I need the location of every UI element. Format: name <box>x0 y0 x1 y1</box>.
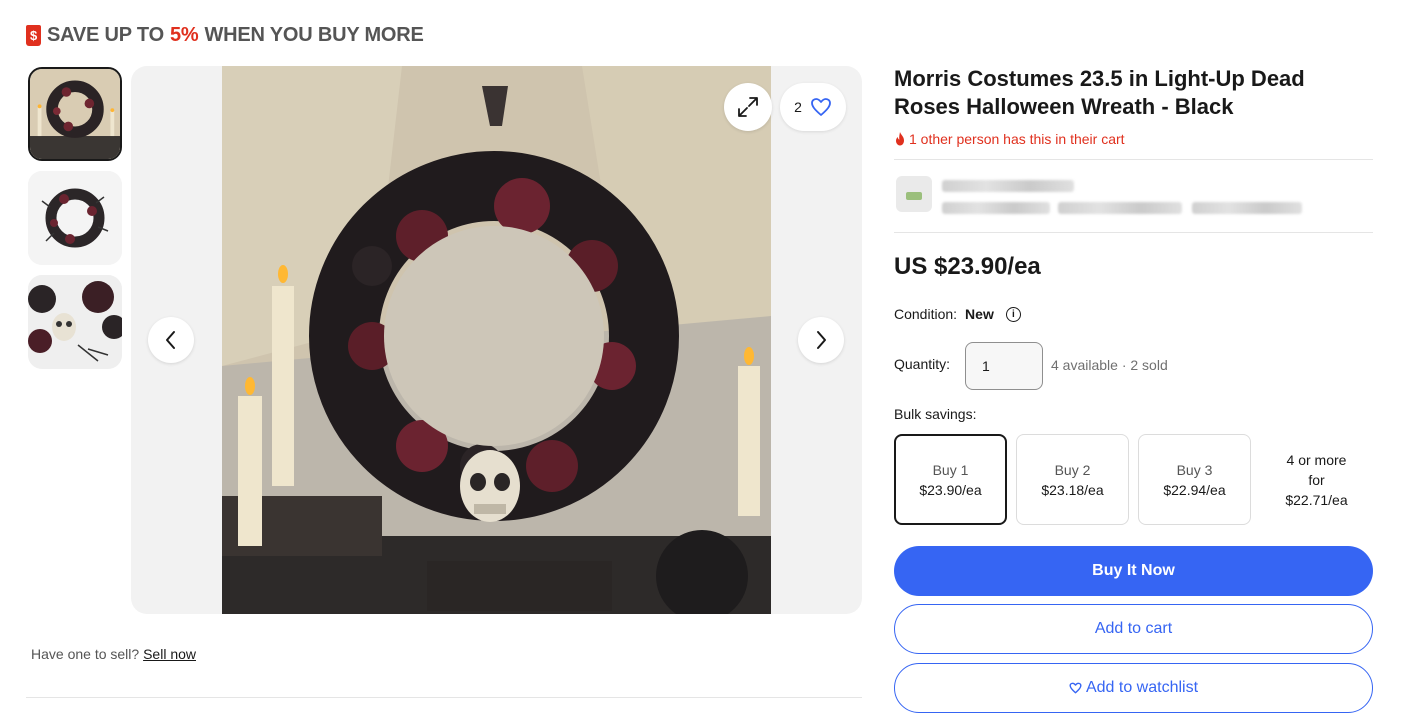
chevron-right-icon <box>817 331 826 349</box>
buy-it-now-label: Buy It Now <box>1092 562 1175 579</box>
wreath-closeup-image <box>28 275 122 369</box>
quantity-input[interactable] <box>965 342 1043 390</box>
add-to-cart-label: Add to cart <box>1094 620 1173 637</box>
condition-value: New <box>965 306 994 322</box>
watch-count: 2 <box>794 99 802 115</box>
main-product-image[interactable] <box>222 66 771 614</box>
bulk-option-price: $22.71/ea <box>1285 491 1348 508</box>
bulk-option-buy-3[interactable]: Buy 3 $22.94/ea <box>1138 434 1251 525</box>
sell-prompt-text: Have one to sell? <box>31 646 140 662</box>
wreath-white-bg-image <box>28 171 122 265</box>
availability-text: 4 available · 2 sold <box>1051 357 1168 373</box>
bulk-option-qty: Buy 3 <box>1176 461 1213 478</box>
divider <box>894 159 1373 160</box>
bulk-option-price: $22.94/ea <box>1163 481 1226 498</box>
bulk-option-buy-1[interactable]: Buy 1 $23.90/ea <box>894 434 1007 525</box>
image-gallery: 2 <box>131 66 862 614</box>
sell-now-link[interactable]: Sell now <box>143 646 196 662</box>
redacted-text <box>1192 202 1302 214</box>
fullscreen-button[interactable] <box>724 83 772 131</box>
bulk-option-price: $23.90/ea <box>919 481 982 498</box>
previous-image-button[interactable] <box>148 317 194 363</box>
thumbnail-3[interactable] <box>28 275 122 369</box>
bulk-option-mid: for <box>1308 471 1325 488</box>
promo-percent: 5% <box>169 24 199 46</box>
bulk-option-qty: Buy 2 <box>1054 461 1091 478</box>
redacted-text <box>942 202 1050 214</box>
condition-label: Condition: <box>894 306 958 322</box>
cart-note-text: 1 other person has this in their cart <box>909 131 1125 147</box>
divider <box>26 697 862 698</box>
price-tag-icon: $ <box>26 25 41 46</box>
thumbnail-1[interactable] <box>28 67 122 161</box>
promo-prefix: SAVE UP TO <box>47 24 164 46</box>
thumbnail-2[interactable] <box>28 171 122 265</box>
seller-info-redacted <box>896 172 1306 222</box>
seller-avatar <box>896 176 932 212</box>
add-to-cart-button[interactable]: Add to cart <box>894 604 1373 654</box>
bulk-option-buy-2[interactable]: Buy 2 $23.18/ea <box>1016 434 1129 525</box>
thumbnail-list <box>28 67 122 379</box>
condition-row: Condition: New i <box>894 306 1021 322</box>
redacted-text <box>942 180 1074 192</box>
bulk-savings-label: Bulk savings: <box>894 406 977 422</box>
divider <box>894 232 1373 233</box>
watch-count-button[interactable]: 2 <box>780 83 846 131</box>
bulk-option-price: $23.18/ea <box>1041 481 1104 498</box>
buy-it-now-button[interactable]: Buy It Now <box>894 546 1373 596</box>
promo-suffix: WHEN YOU BUY MORE <box>204 24 424 46</box>
cart-activity-note: 1 other person has this in their cart <box>894 131 1125 147</box>
add-to-watchlist-label: Add to watchlist <box>1085 679 1199 696</box>
bulk-option-4-or-more: 4 or more for $22.71/ea <box>1260 434 1373 525</box>
bulk-promo-banner: $ SAVE UP TO 5% WHEN YOU BUY MORE <box>26 24 424 47</box>
heart-icon <box>1069 682 1082 694</box>
info-icon[interactable]: i <box>1005 306 1021 322</box>
chevron-left-icon <box>166 331 175 349</box>
next-image-button[interactable] <box>798 317 844 363</box>
expand-icon <box>738 97 758 117</box>
bulk-option-qty: Buy 1 <box>932 461 969 478</box>
sell-prompt: Have one to sell? Sell now <box>31 646 196 662</box>
listing-title: Morris Costumes 23.5 in Light-Up Dead Ro… <box>894 66 1305 119</box>
quantity-label: Quantity: <box>894 356 951 372</box>
heart-icon <box>810 98 831 116</box>
redacted-text <box>1058 202 1182 214</box>
add-to-watchlist-button[interactable]: Add to watchlist <box>894 663 1373 713</box>
item-price: US $23.90/ea <box>894 253 1041 280</box>
wreath-thumbnail-image <box>30 69 120 159</box>
bulk-option-qty: 4 or more <box>1286 451 1347 468</box>
fire-icon <box>896 132 904 146</box>
